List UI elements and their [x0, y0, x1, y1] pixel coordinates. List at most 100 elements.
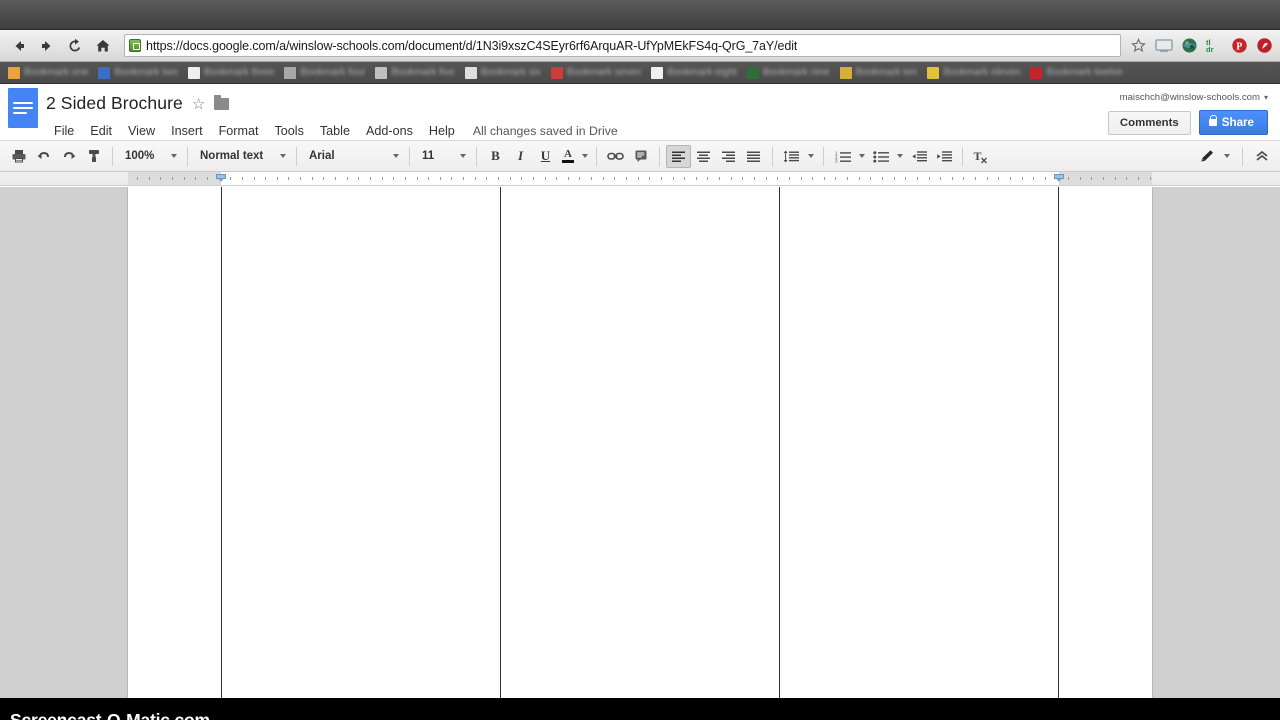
star-icon[interactable]: ☆	[192, 95, 205, 113]
chevron-down-icon[interactable]	[582, 154, 588, 158]
link-icon[interactable]	[603, 145, 628, 168]
toolbar-right-group	[1195, 145, 1274, 168]
bookmark-item[interactable]: Bookmark seven	[547, 64, 645, 82]
forward-icon[interactable]	[34, 34, 60, 58]
document-canvas[interactable]	[0, 187, 1280, 698]
paint-format-icon[interactable]	[81, 145, 106, 168]
ruler-tick	[428, 177, 429, 180]
clear-formatting-icon[interactable]: T	[969, 145, 994, 168]
bookmark-item[interactable]: Bookmark twelve	[1026, 64, 1126, 82]
brochure-panel-2[interactable]	[500, 187, 779, 698]
comment-icon[interactable]	[628, 145, 653, 168]
zoom-dropdown[interactable]: 100%	[119, 145, 181, 168]
ruler-tick	[638, 177, 639, 180]
align-right-icon[interactable]	[716, 145, 741, 168]
underline-button[interactable]: U	[533, 145, 558, 168]
ruler-tick	[207, 177, 208, 180]
brochure-panel-3[interactable]	[779, 187, 1059, 698]
left-indent-marker[interactable]	[216, 176, 226, 182]
bookmark-item[interactable]: Bookmark four	[280, 64, 369, 82]
comments-button[interactable]: Comments	[1108, 111, 1191, 135]
toolbar-separator	[296, 147, 297, 166]
bulleted-list-icon[interactable]	[868, 145, 893, 168]
ruler-tick	[696, 177, 697, 180]
document-title[interactable]: 2 Sided Brochure	[46, 93, 183, 114]
right-indent-marker[interactable]	[1054, 176, 1064, 182]
redo-icon[interactable]	[56, 145, 81, 168]
back-icon[interactable]	[6, 34, 32, 58]
bookmark-item[interactable]: Bookmark eleven	[923, 64, 1024, 82]
svg-text:T: T	[974, 149, 982, 163]
pinterest-extension-icon[interactable]: P	[1229, 36, 1249, 56]
document-ruler[interactable]	[0, 172, 1280, 186]
line-spacing-icon[interactable]	[779, 145, 804, 168]
menu-format[interactable]: Format	[211, 121, 267, 141]
font-size-dropdown[interactable]: 11	[416, 145, 470, 168]
brochure-panel-1[interactable]	[221, 187, 500, 698]
menu-help[interactable]: Help	[421, 121, 463, 141]
menu-insert[interactable]: Insert	[163, 121, 211, 141]
ruler-tick	[742, 177, 743, 180]
account-email[interactable]: maischch@winslow-schools.com ▾	[1120, 92, 1268, 103]
paragraph-style-dropdown[interactable]: Normal text	[194, 145, 290, 168]
brochure-table[interactable]	[221, 187, 1059, 698]
bookmark-item[interactable]: Bookmark three	[184, 64, 279, 82]
align-left-icon[interactable]	[666, 145, 691, 168]
font-family-dropdown[interactable]: Arial	[303, 145, 403, 168]
bookmark-favicon	[840, 67, 852, 79]
screen-capture-icon[interactable]	[1154, 36, 1174, 56]
bookmark-item[interactable]: Bookmark eight	[647, 64, 740, 82]
text-color-button[interactable]: A	[558, 145, 578, 168]
chevron-down-icon[interactable]	[859, 154, 865, 158]
google-docs-logo[interactable]	[0, 84, 46, 140]
ruler-tick	[347, 177, 348, 180]
star-icon[interactable]	[1128, 35, 1148, 57]
move-to-folder-icon[interactable]	[214, 98, 229, 110]
pinterest-save-icon[interactable]	[1254, 36, 1274, 56]
chevron-down-icon[interactable]	[897, 154, 903, 158]
tldr-extension-icon[interactable]: tldr	[1204, 36, 1224, 56]
menu-addons[interactable]: Add-ons	[358, 121, 421, 141]
ruler-tick	[847, 177, 848, 180]
bookmark-item[interactable]: Bookmark ten	[836, 64, 922, 82]
bookmark-item[interactable]: Bookmark nine	[743, 64, 834, 82]
chevron-down-icon[interactable]	[808, 154, 814, 158]
ruler-tick	[940, 177, 941, 180]
ruler-tick	[323, 177, 324, 180]
address-bar[interactable]: https://docs.google.com/a/winslow-school…	[124, 34, 1121, 57]
document-page[interactable]	[128, 187, 1152, 698]
align-center-icon[interactable]	[691, 145, 716, 168]
google-docs-application: 2 Sided Brochure ☆ File Edit View Insert…	[0, 84, 1280, 698]
reload-icon[interactable]	[62, 34, 88, 58]
menu-file[interactable]: File	[46, 121, 82, 141]
bold-button[interactable]: B	[483, 145, 508, 168]
collapse-toolbar-icon[interactable]	[1249, 145, 1274, 168]
bookmark-item[interactable]: Bookmark two	[94, 64, 181, 82]
home-icon[interactable]	[90, 34, 116, 58]
bookmark-item[interactable]: Bookmark five	[371, 64, 458, 82]
edit-mode-pencil-icon[interactable]	[1195, 145, 1220, 168]
bookmark-item[interactable]: Bookmark six	[461, 64, 545, 82]
menu-view[interactable]: View	[120, 121, 163, 141]
share-button[interactable]: Share	[1199, 110, 1268, 135]
italic-button[interactable]: I	[508, 145, 533, 168]
chevron-down-icon[interactable]	[1224, 154, 1230, 158]
undo-icon[interactable]	[31, 145, 56, 168]
menu-table[interactable]: Table	[312, 121, 358, 141]
lock-icon	[1209, 119, 1217, 126]
globe-extension-icon[interactable]	[1179, 36, 1199, 56]
menu-tools[interactable]: Tools	[266, 121, 311, 141]
ruler-tick	[440, 177, 441, 180]
increase-indent-icon[interactable]	[931, 145, 956, 168]
numbered-list-icon[interactable]: 123	[830, 145, 855, 168]
ruler-tick	[1033, 177, 1034, 180]
url-text: https://docs.google.com/a/winslow-school…	[146, 39, 797, 53]
print-icon[interactable]	[6, 145, 31, 168]
menu-edit[interactable]: Edit	[82, 121, 120, 141]
align-justify-icon[interactable]	[741, 145, 766, 168]
toolbar-separator	[112, 147, 113, 166]
decrease-indent-icon[interactable]	[906, 145, 931, 168]
bookmark-item[interactable]: Bookmark one	[4, 64, 92, 82]
screencast-watermark-bar: Screencast-O-Matic.com	[0, 698, 1280, 720]
bookmark-favicon	[747, 67, 759, 79]
